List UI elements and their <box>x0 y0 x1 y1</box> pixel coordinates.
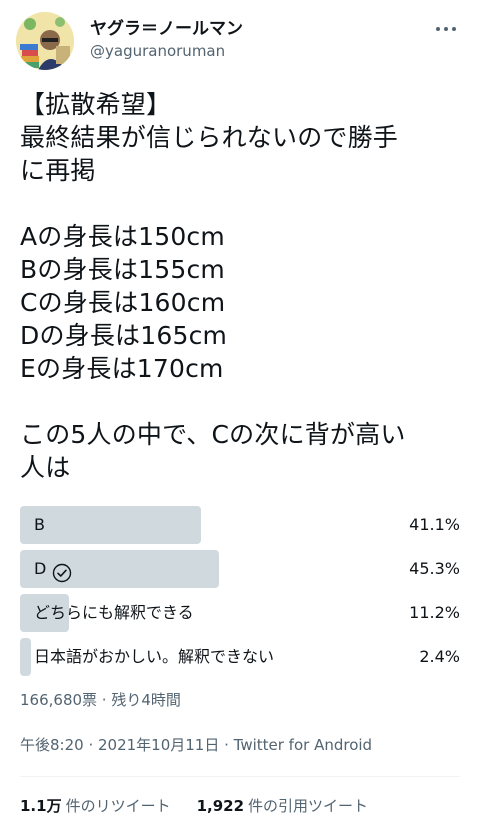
tweet-timestamp[interactable]: 午後8:20 · 2021年10月11日 · Twitter for Andro… <box>20 735 372 755</box>
more-horizontal-icon[interactable] <box>434 20 458 38</box>
retweets-count: 1.1万 <box>20 797 62 815</box>
quotes-count: 1,922 <box>196 797 245 815</box>
poll-option: B 41.1% <box>20 506 460 544</box>
poll-option-label: D <box>34 550 72 588</box>
poll-meta: 166,680票 · 残り4時間 <box>20 691 181 709</box>
poll-option: 日本語がおかしい。解釈できない 2.4% <box>20 638 460 676</box>
divider <box>20 776 460 777</box>
retweets-label: 件のリツイート <box>65 797 171 815</box>
poll-bar <box>20 506 201 544</box>
user-name-block: ヤグラ＝ノールマン @yaguranoruman <box>90 18 243 61</box>
poll-option-percent: 41.1% <box>409 515 460 534</box>
quotes-label: 件の引用ツイート <box>248 797 369 815</box>
retweets-stat[interactable]: 1.1万 件のリツイート <box>20 796 171 816</box>
poll-option-label: どちらにも解釈できる <box>34 603 194 622</box>
quotes-stat[interactable]: 1,922 件の引用ツイート <box>197 796 368 816</box>
poll-bar <box>20 638 31 676</box>
poll-option-percent: 2.4% <box>419 647 460 666</box>
display-name[interactable]: ヤグラ＝ノールマン <box>90 18 243 40</box>
username[interactable]: @yaguranoruman <box>90 41 243 61</box>
tweet-stats: 1.1万 件のリツイート 1,922 件の引用ツイート <box>20 796 368 816</box>
avatar[interactable] <box>16 12 74 70</box>
poll-option-winner: D 45.3% <box>20 550 460 588</box>
avatar-illustration <box>16 12 74 70</box>
poll: B 41.1% D 45.3% どちらにも解釈できる 11.2% 日本語がおかし… <box>20 506 460 682</box>
tweet-header: ヤグラ＝ノールマン @yaguranoruman <box>16 12 464 72</box>
poll-option-label: B <box>34 515 45 534</box>
tweet-text: 【拡散希望】 最終結果が信じられないので勝手 に再掲 Aの身長は150cm Bの… <box>20 90 406 482</box>
poll-option-label: 日本語がおかしい。解釈できない <box>34 647 275 666</box>
poll-option: どちらにも解釈できる 11.2% <box>20 594 460 632</box>
poll-option-percent: 45.3% <box>409 559 460 578</box>
poll-option-percent: 11.2% <box>409 603 460 622</box>
check-circle-icon <box>52 559 72 583</box>
